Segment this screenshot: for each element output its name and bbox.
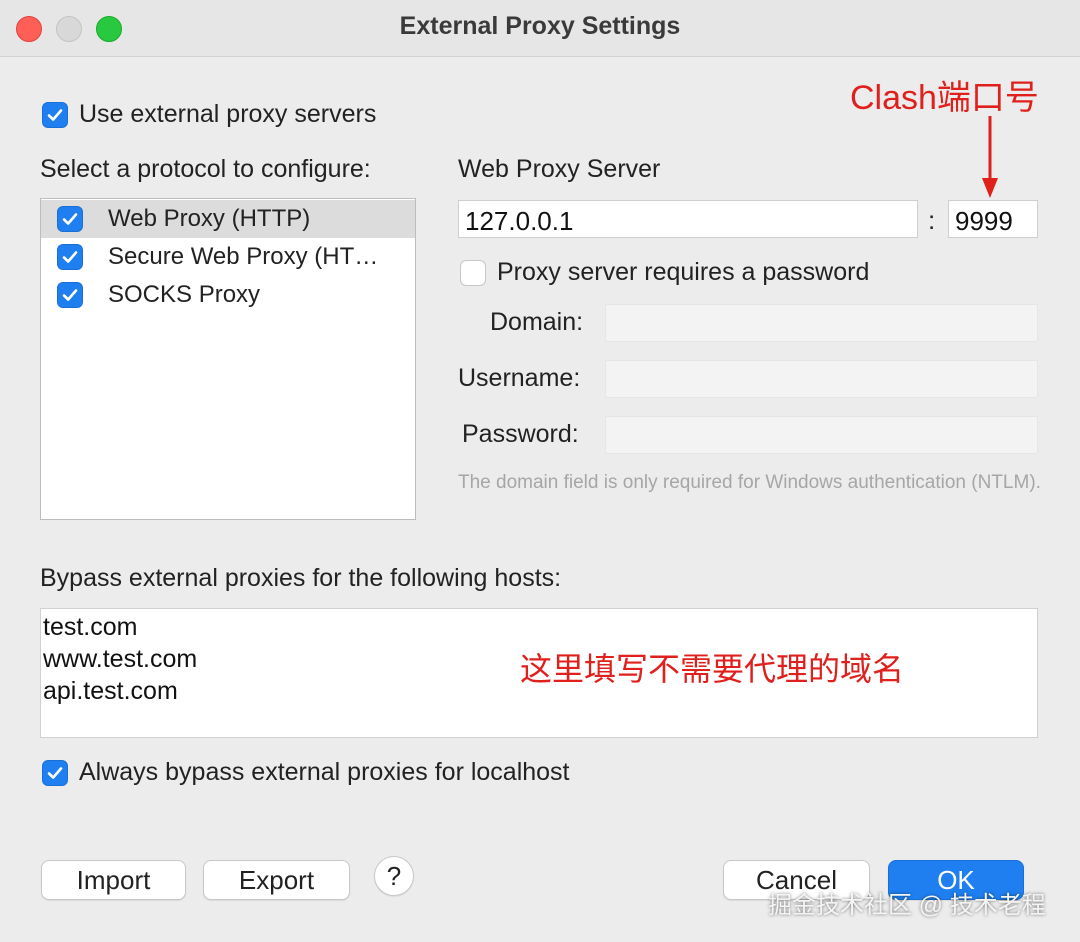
protocol-item-label: Secure Web Proxy (HT… <box>108 243 379 270</box>
port-annotation: Clash端口号 <box>850 79 1039 117</box>
checkmark-icon <box>62 213 78 225</box>
bypass-annotation: 这里填写不需要代理的域名 <box>520 651 905 687</box>
help-button[interactable]: ? <box>374 856 414 896</box>
password-field[interactable] <box>605 416 1038 454</box>
bypass-localhost-label: Always bypass external proxies for local… <box>79 758 570 786</box>
host-port-separator: : <box>928 205 936 235</box>
window-title: External Proxy Settings <box>399 12 681 40</box>
arrow-down-icon <box>982 116 998 198</box>
bypass-host-line: api.test.com <box>43 677 178 705</box>
proxy-port-input[interactable]: 9999 <box>948 200 1038 238</box>
web-proxy-checkbox[interactable] <box>57 206 83 232</box>
secure-web-proxy-checkbox[interactable] <box>57 244 83 270</box>
title-bar: External Proxy Settings <box>0 0 1080 57</box>
bypass-localhost-checkbox[interactable] <box>42 760 68 786</box>
export-button[interactable]: Export <box>203 860 350 900</box>
protocol-item-label: SOCKS Proxy <box>108 281 261 308</box>
ntlm-note: The domain field is only required for Wi… <box>458 472 1041 493</box>
username-label: Username: <box>458 364 581 392</box>
proxy-host-input[interactable]: 127.0.0.1 <box>458 200 918 238</box>
use-external-proxy-label: Use external proxy servers <box>79 100 377 128</box>
password-label: Password: <box>462 420 579 448</box>
checkmark-icon <box>62 251 78 263</box>
domain-field[interactable] <box>605 304 1038 342</box>
server-heading: Web Proxy Server <box>458 155 661 183</box>
requires-password-checkbox[interactable] <box>460 260 486 286</box>
protocol-list-heading: Select a protocol to configure: <box>40 155 371 183</box>
socks-proxy-checkbox[interactable] <box>57 282 83 308</box>
requires-password-label: Proxy server requires a password <box>497 258 870 286</box>
protocol-item-secure-web-proxy[interactable]: Secure Web Proxy (HT… <box>41 238 415 276</box>
import-button[interactable]: Import <box>41 860 186 900</box>
checkmark-icon <box>62 289 78 301</box>
proxy-settings-dialog: External Proxy Settings Use external pro… <box>0 0 1080 942</box>
protocol-item-label: Web Proxy (HTTP) <box>108 205 311 232</box>
bypass-heading: Bypass external proxies for the followin… <box>40 564 562 592</box>
checkmark-icon <box>47 767 63 779</box>
username-field[interactable] <box>605 360 1038 398</box>
protocol-item-socks-proxy[interactable]: SOCKS Proxy <box>41 276 415 314</box>
bypass-host-line: www.test.com <box>43 645 198 673</box>
bypass-host-line: test.com <box>43 613 138 641</box>
checkmark-icon <box>47 109 63 121</box>
use-external-proxy-checkbox[interactable] <box>42 102 68 128</box>
domain-label: Domain: <box>490 308 584 336</box>
protocol-item-web-proxy[interactable]: Web Proxy (HTTP) <box>41 200 415 238</box>
watermark: 掘金技术社区 @ 技术老程 <box>768 892 1046 919</box>
protocol-list[interactable]: Web Proxy (HTTP) Secure Web Proxy (HT… S… <box>40 198 416 520</box>
